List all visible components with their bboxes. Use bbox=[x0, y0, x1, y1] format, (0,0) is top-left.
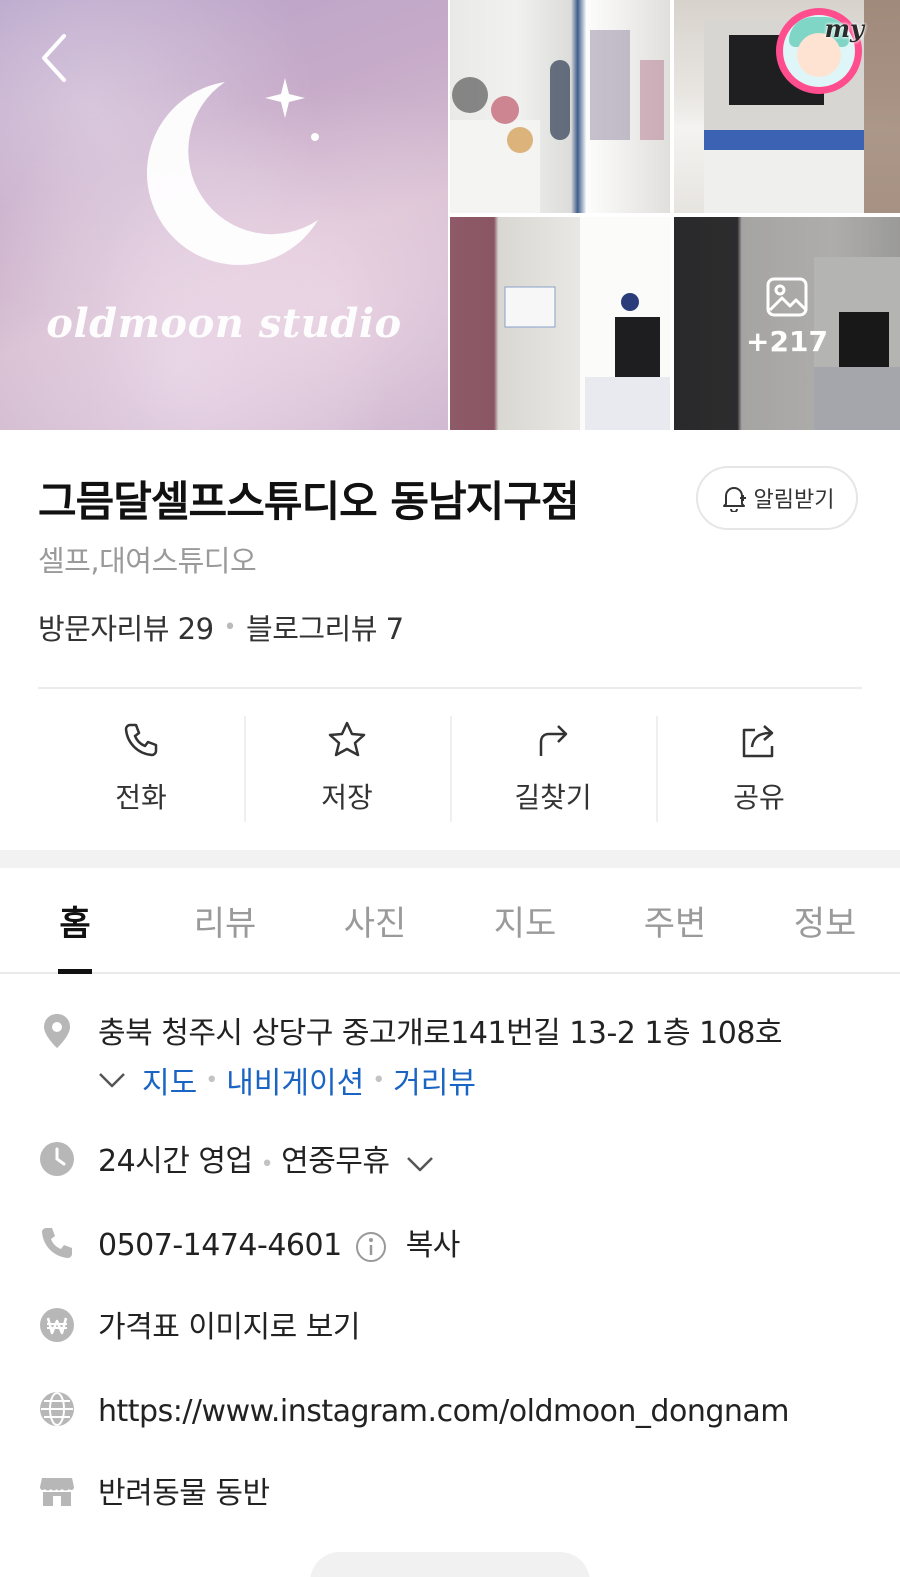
chevron-down-icon[interactable] bbox=[404, 1148, 436, 1180]
save-label: 저장 bbox=[321, 781, 373, 814]
price-table-link[interactable]: 가격표 이미지로 보기 bbox=[98, 1306, 360, 1350]
price-row: 가격표 이미지로 보기 bbox=[38, 1306, 862, 1350]
hours-text: 24시간 영업 bbox=[98, 1144, 253, 1179]
separator-dot: • bbox=[260, 1152, 274, 1177]
brand-text: oldmoon studio bbox=[46, 300, 402, 347]
turn-right-arrow-icon bbox=[539, 725, 568, 756]
share-icon bbox=[742, 725, 774, 758]
section-divider bbox=[0, 850, 900, 868]
photo-gallery: oldmoon studio my +217 bbox=[0, 0, 900, 430]
place-category: 셀프,대여스튜디오 bbox=[38, 544, 257, 578]
call-label: 전화 bbox=[115, 781, 167, 814]
chevron-left-icon bbox=[42, 34, 66, 82]
separator-dot: • bbox=[223, 614, 237, 640]
website-link[interactable]: https://www.instagram.com/oldmoon_dongna… bbox=[98, 1390, 790, 1434]
bell-plus-icon bbox=[722, 487, 746, 512]
star-icon bbox=[328, 721, 366, 757]
copy-button[interactable]: 복사 bbox=[406, 1224, 461, 1268]
tab-home[interactable]: 홈 bbox=[0, 868, 150, 972]
store-icon bbox=[40, 1478, 74, 1506]
phone-number[interactable]: 0507-1474-4601 bbox=[98, 1224, 342, 1268]
interior-photo-icon bbox=[450, 30, 664, 213]
directions-button[interactable]: 길찾기 bbox=[450, 716, 656, 822]
address-row: 충북 청주시 상당구 중고개로141번길 13-2 1층 108호 bbox=[38, 1012, 862, 1056]
thumbnail-photo[interactable] bbox=[450, 217, 670, 430]
review-summary: 방문자리뷰 29 • 블로그리뷰 7 bbox=[38, 606, 404, 648]
save-button[interactable]: 저장 bbox=[244, 716, 450, 822]
chevron-down-icon[interactable] bbox=[96, 1064, 128, 1096]
tab-bar: 홈 리뷰 사진 지도 주변 정보 bbox=[0, 868, 900, 974]
globe-icon bbox=[40, 1392, 74, 1426]
pet-row: 반려동물 동반 bbox=[38, 1472, 862, 1516]
image-icon bbox=[766, 277, 808, 317]
notify-label: 알림받기 bbox=[753, 488, 835, 513]
location-pin-icon bbox=[44, 1014, 70, 1048]
website-row: https://www.instagram.com/oldmoon_dongna… bbox=[38, 1390, 862, 1434]
navigation-link[interactable]: 내비게이션 bbox=[226, 1058, 364, 1102]
blog-review-link[interactable]: 블로그리뷰 7 bbox=[246, 606, 404, 648]
thumbnail-photo[interactable]: my bbox=[674, 0, 900, 213]
pet-text: 반려동물 동반 bbox=[98, 1476, 270, 1511]
info-circle-icon[interactable] bbox=[354, 1230, 388, 1264]
notify-button[interactable]: 알림받기 bbox=[696, 466, 858, 530]
floating-button[interactable] bbox=[310, 1552, 590, 1577]
phone-icon bbox=[124, 723, 158, 757]
hours-note: 연중무휴 bbox=[281, 1144, 390, 1179]
street-view-link[interactable]: 거리뷰 bbox=[393, 1058, 476, 1102]
thumbnail-photo[interactable] bbox=[450, 0, 670, 213]
phone-row: 0507-1474-4601 복사 bbox=[38, 1224, 862, 1268]
place-title: 그믐달셀프스튜디오 동남지구점 bbox=[38, 477, 580, 526]
visitor-review-link[interactable]: 방문자리뷰 29 bbox=[38, 606, 214, 648]
hours-row[interactable]: 24시간 영업 • 연중무휴 bbox=[38, 1140, 862, 1187]
clock-icon bbox=[40, 1142, 74, 1176]
booth-room-icon bbox=[504, 217, 670, 430]
moon-logo-icon bbox=[146, 78, 319, 265]
tab-nearby[interactable]: 주변 bbox=[600, 868, 750, 972]
won-currency-icon bbox=[40, 1308, 74, 1342]
separator-dot: • bbox=[205, 1067, 219, 1093]
tab-photos[interactable]: 사진 bbox=[300, 868, 450, 972]
my-label: my bbox=[824, 14, 864, 43]
tab-reviews[interactable]: 리뷰 bbox=[150, 868, 300, 972]
call-button[interactable]: 전화 bbox=[38, 716, 244, 822]
share-button[interactable]: 공유 bbox=[656, 716, 862, 822]
phone-filled-icon bbox=[42, 1228, 72, 1258]
more-photos-button[interactable]: +217 bbox=[674, 217, 900, 430]
tab-info[interactable]: 정보 bbox=[750, 868, 900, 972]
address-text: 충북 청주시 상당구 중고개로141번길 13-2 1층 108호 bbox=[98, 1016, 783, 1051]
share-label: 공유 bbox=[733, 781, 785, 814]
divider bbox=[38, 687, 862, 689]
action-bar: 전화 저장 길찾기 공유 bbox=[38, 716, 862, 822]
back-button[interactable] bbox=[28, 28, 80, 88]
my-profile-badge[interactable]: my bbox=[776, 8, 864, 94]
photo-count: +217 bbox=[746, 325, 828, 358]
tab-map[interactable]: 지도 bbox=[450, 868, 600, 972]
address-links: 지도 • 내비게이션 • 거리뷰 bbox=[96, 1058, 476, 1102]
directions-label: 길찾기 bbox=[514, 781, 592, 814]
map-link[interactable]: 지도 bbox=[142, 1058, 197, 1102]
separator-dot: • bbox=[372, 1067, 386, 1093]
